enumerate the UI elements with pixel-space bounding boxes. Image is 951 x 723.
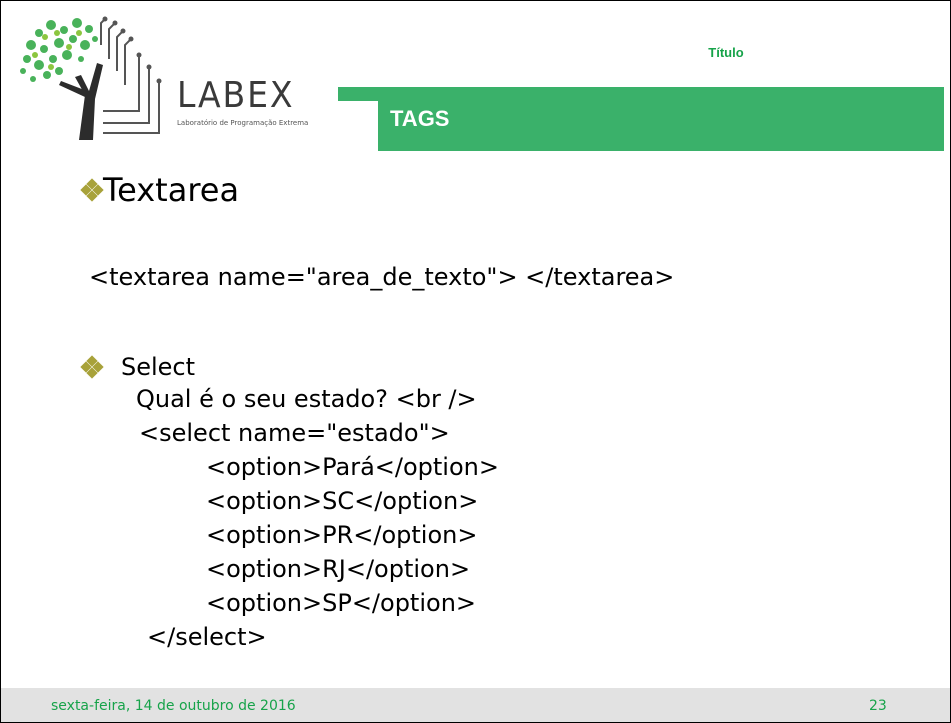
page-number: 23 [869, 698, 887, 714]
section-label: TAGS [390, 106, 450, 131]
header-band [378, 87, 944, 151]
code-line: <option>SC</option> [206, 487, 479, 515]
code-line: </select> [147, 623, 267, 651]
labex-logo: LABEX Laboratório de Programação Extrema [19, 15, 319, 140]
diamond-bullet-icon [80, 178, 104, 202]
textarea-code: <textarea name="area_de_texto"> </textar… [89, 263, 675, 291]
header-band-accent [338, 87, 378, 101]
code-line: Qual é o seu estado? <br /> [136, 385, 477, 413]
code-line: <option>Pará</option> [206, 453, 499, 481]
code-line: <option>SP</option> [206, 589, 477, 617]
heading-select: Select [121, 353, 196, 381]
slide: LABEX Laboratório de Programação Extrema… [0, 0, 951, 723]
code-line: <option>RJ</option> [206, 555, 471, 583]
code-line: <select name="estado"> [139, 419, 450, 447]
bullet-textarea: Textarea [80, 171, 240, 209]
code-line: <option>PR</option> [206, 521, 478, 549]
logo-wordmark: LABEX [177, 75, 295, 116]
diamond-bullet-icon [80, 355, 104, 379]
heading-textarea: Textarea [103, 171, 240, 209]
bullet-select: Select [80, 353, 196, 381]
logo-subtitle: Laboratório de Programação Extrema [177, 119, 309, 127]
tree-logo-icon [20, 16, 162, 140]
slide-title: Título [708, 45, 744, 60]
footer-bar: sexta-feira, 14 de outubro de 2016 23 [1, 688, 950, 722]
footer-date: sexta-feira, 14 de outubro de 2016 [51, 698, 296, 714]
